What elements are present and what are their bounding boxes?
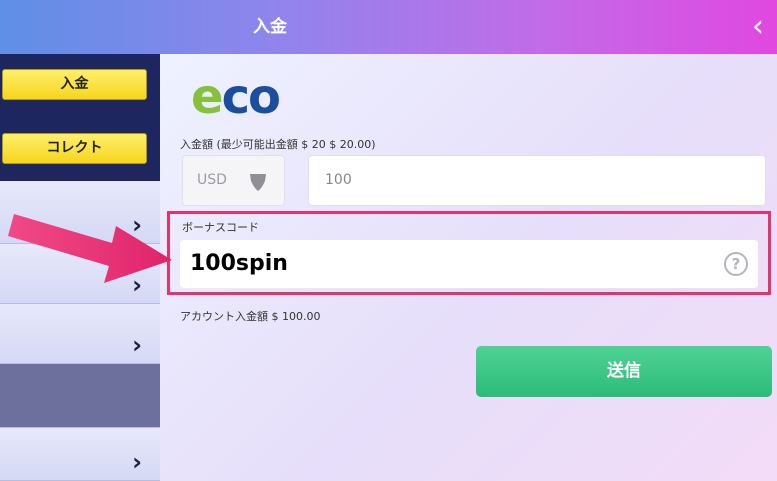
sidebar-top-panel: 入金 コレクト bbox=[0, 54, 160, 181]
sidebar-item-active[interactable] bbox=[0, 364, 160, 428]
header-bar: 入金 ‹ bbox=[0, 0, 777, 54]
amount-input[interactable]: 100 bbox=[308, 155, 766, 206]
bonus-code-value: 100spin bbox=[190, 251, 288, 276]
sidebar-item[interactable]: › bbox=[0, 181, 160, 244]
collect-button[interactable]: コレクト bbox=[2, 133, 147, 164]
shield-icon bbox=[250, 174, 266, 191]
send-button[interactable]: 送信 bbox=[476, 346, 772, 397]
deposit-button[interactable]: 入金 bbox=[2, 69, 147, 100]
bonus-code-input[interactable]: 100spin ? bbox=[180, 240, 758, 288]
sidebar-item[interactable]: › bbox=[0, 428, 160, 481]
help-circle-icon[interactable]: ? bbox=[724, 252, 748, 276]
chevron-right-icon: › bbox=[132, 448, 142, 476]
currency-select[interactable]: USD bbox=[182, 155, 285, 206]
bonus-code-label: ボーナスコード bbox=[182, 221, 259, 234]
currency-value: USD bbox=[197, 172, 227, 188]
sidebar: 入金 コレクト › › › › bbox=[0, 54, 160, 481]
bonus-code-highlight: ボーナスコード 100spin ? bbox=[167, 211, 771, 295]
sidebar-item[interactable]: › bbox=[0, 244, 160, 304]
amount-label: 入金額 (最少可能出金額 $ 20 $ 20.00) bbox=[180, 138, 376, 151]
chevron-right-icon: › bbox=[132, 331, 142, 359]
eco-logo: eco bbox=[191, 69, 281, 125]
page-title: 入金 bbox=[253, 17, 287, 37]
deposit-form: eco 入金額 (最少可能出金額 $ 20 $ 20.00) USD 100 ボ… bbox=[160, 54, 777, 481]
chevron-right-icon: › bbox=[132, 211, 142, 239]
chevron-right-icon: › bbox=[132, 271, 142, 299]
back-chevron-icon[interactable]: ‹ bbox=[745, 10, 771, 44]
account-deposit-label: アカウント入金額 $ 100.00 bbox=[180, 310, 321, 323]
sidebar-item[interactable]: › bbox=[0, 304, 160, 364]
